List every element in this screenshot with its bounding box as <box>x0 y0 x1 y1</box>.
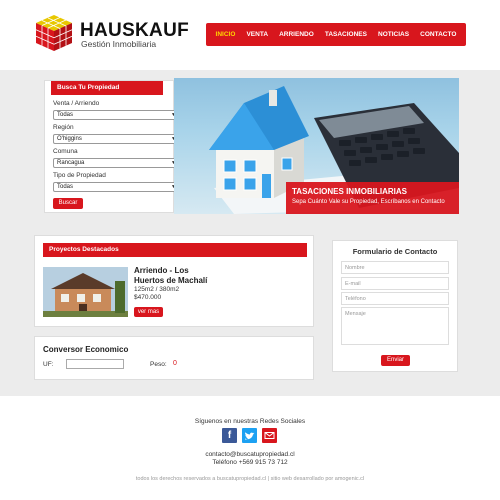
property-photo <box>43 267 128 317</box>
email-field[interactable]: E-mail <box>341 277 449 290</box>
tipo-select[interactable]: Todas ▼ <box>53 182 179 192</box>
social-links: f <box>222 428 282 445</box>
search-panel-title: Busca Tu Propiedad <box>51 81 163 95</box>
operation-select-value: Todas <box>57 112 74 118</box>
name-field[interactable]: Nombre <box>341 261 449 274</box>
search-panel: Busca Tu Propiedad Venta / Arriendo Toda… <box>44 80 179 213</box>
send-button[interactable]: Enviar <box>381 355 410 366</box>
hero-title: TASACIONES INMOBILIARIAS <box>292 187 407 196</box>
social-text: Síguenos en nuestras Redes Sociales <box>194 418 306 425</box>
contact-title: Formulario de Contacto <box>352 247 438 256</box>
region-select-value: O'higgins <box>57 136 82 142</box>
search-button[interactable]: Buscar <box>53 198 83 209</box>
property-image[interactable] <box>43 267 128 317</box>
uf-input[interactable] <box>66 359 124 369</box>
nav-item-arriendo[interactable]: ARRIENDO <box>279 31 314 38</box>
operation-label: Venta / Arriendo <box>53 100 100 107</box>
hero-banner[interactable]: TASACIONES INMOBILIARIAS Sepa Cuánto Val… <box>174 78 459 214</box>
mail-icon[interactable] <box>262 428 277 443</box>
brand-tagline: Gestión Inmobiliaria <box>81 39 157 49</box>
tipo-select-value: Todas <box>57 184 74 190</box>
message-field[interactable]: Mensaje <box>341 307 449 345</box>
logo-cube-icon[interactable] <box>34 13 74 53</box>
converter-panel: Conversor Economico UF: Peso: 0 <box>34 336 314 380</box>
comuna-select-value: Rancagua <box>57 160 85 166</box>
property-title[interactable]: Arriendo - Los Huertos de Machalí <box>134 266 214 286</box>
hero-caption: TASACIONES INMOBILIARIAS Sepa Cuánto Val… <box>286 182 459 214</box>
footer-email[interactable]: contacto@buscatupropiedad.cl <box>0 451 500 458</box>
projects-panel-title: Proyectos Destacados <box>43 243 307 257</box>
nav-item-venta[interactable]: VENTA <box>246 31 268 38</box>
contact-panel: Formulario de Contacto Nombre E-mail Tel… <box>332 240 458 372</box>
property-area: 125m2 / 380m2 <box>134 286 180 293</box>
uf-label: UF: <box>43 361 54 368</box>
tipo-label: Tipo de Propiedad <box>53 172 106 179</box>
footer-phone: Teléfono +569 915 73 712 <box>212 459 288 466</box>
comuna-select[interactable]: Rancagua ▼ <box>53 158 179 168</box>
hero-subtitle: Sepa Cuánto Vale su Propiedad, Escríbano… <box>292 199 445 205</box>
peso-value: 0 <box>173 360 177 367</box>
peso-label: Peso: <box>150 361 167 368</box>
view-more-button[interactable]: ver mas <box>134 307 163 317</box>
nav-item-tasaciones[interactable]: TASACIONES <box>325 31 367 38</box>
phone-field[interactable]: Teléfono <box>341 292 449 305</box>
footer-copyright: todos los derechos reservados a buscatup… <box>135 476 365 482</box>
nav-item-contacto[interactable]: CONTACTO <box>420 31 456 38</box>
region-select[interactable]: O'higgins ▼ <box>53 134 179 144</box>
site-header: HAUSKAUF Gestión Inmobiliaria INICIO VEN… <box>0 0 500 70</box>
main-nav: INICIO VENTA ARRIENDO TASACIONES NOTICIA… <box>206 23 466 46</box>
region-label: Región <box>53 124 74 131</box>
facebook-icon[interactable]: f <box>222 428 237 443</box>
projects-panel: Proyectos Destacados Arriendo - Los Huer… <box>34 235 314 327</box>
twitter-icon[interactable] <box>242 428 257 443</box>
envelope-glyph <box>264 432 275 439</box>
converter-title: Conversor Economico <box>43 345 129 354</box>
operation-select[interactable]: Todas ▼ <box>53 110 179 120</box>
twitter-bird-glyph <box>245 432 255 440</box>
property-price: $470.000 <box>134 294 162 301</box>
nav-item-noticias[interactable]: NOTICIAS <box>378 31 409 38</box>
comuna-label: Comuna <box>53 148 78 155</box>
nav-item-inicio[interactable]: INICIO <box>216 31 236 38</box>
